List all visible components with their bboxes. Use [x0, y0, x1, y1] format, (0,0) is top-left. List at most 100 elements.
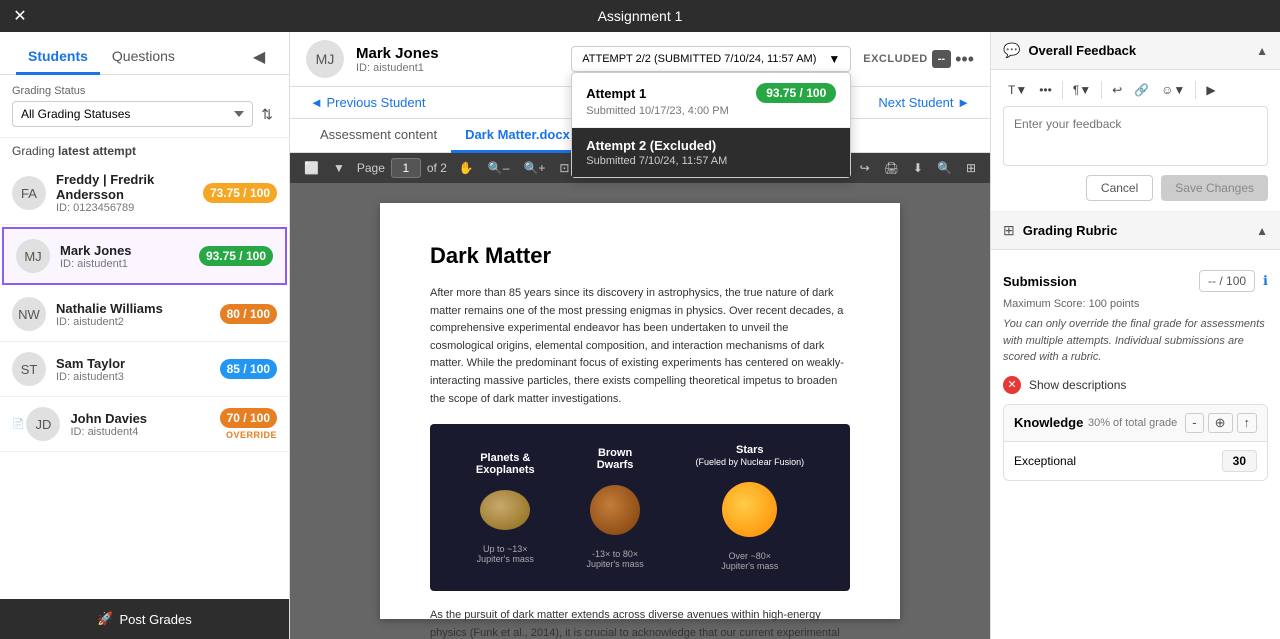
grading-status-select[interactable]: All Grading Statuses: [12, 101, 253, 127]
rubric-header[interactable]: ⊞ Grading Rubric ▲: [991, 212, 1280, 250]
knowledge-up-button[interactable]: ↑: [1237, 413, 1258, 433]
content-header: MJ Mark Jones ID: aistudent1 ATTEMPT 2/2…: [290, 32, 990, 87]
student-id: ID: aistudent1: [60, 258, 199, 270]
student-id: ID: aistudent2: [56, 316, 220, 328]
overall-feedback-title: Overall Feedback: [1028, 43, 1248, 58]
cancel-button[interactable]: Cancel: [1086, 175, 1153, 201]
print-button[interactable]: 🖨: [878, 157, 905, 179]
knowledge-title: Knowledge: [1014, 415, 1088, 430]
link-button[interactable]: 🔗: [1129, 80, 1154, 100]
toolbar-divider: [1101, 81, 1102, 99]
tab-questions[interactable]: Questions: [100, 40, 187, 75]
tab-students[interactable]: Students: [16, 40, 100, 75]
page-number-input[interactable]: [391, 158, 421, 178]
next-student-button[interactable]: Next Student ►: [874, 91, 974, 114]
student-item[interactable]: ST Sam Taylor ID: aistudent3 85 / 100: [0, 342, 289, 397]
document-paragraph-2: As the pursuit of dark matter extends ac…: [430, 607, 850, 639]
feedback-icon: 💬: [1003, 42, 1020, 59]
zoom-in-button[interactable]: 🔍+: [517, 157, 551, 179]
grading-status-section: Grading Status All Grading Statuses ⇅: [0, 75, 289, 138]
student-item[interactable]: FA Freddy | Fredrik Andersson ID: 012345…: [0, 162, 289, 225]
info-icon[interactable]: ℹ: [1263, 273, 1268, 289]
paragraph-style-button[interactable]: ¶▼: [1068, 80, 1096, 100]
planet-label-2: BrownDwarfs: [597, 447, 634, 471]
exceptional-row: Exceptional 30: [1004, 442, 1267, 480]
page-layout-button[interactable]: ⬜: [298, 157, 325, 179]
planet-label-3: Stars(Fueled by Nuclear Fusion): [696, 444, 805, 468]
student-grade: 73.75 / 100: [203, 183, 277, 203]
student-item[interactable]: NW Nathalie Williams ID: aistudent2 80 /…: [0, 287, 289, 342]
overall-feedback-header[interactable]: 💬 Overall Feedback ▲: [991, 32, 1280, 70]
redo-button[interactable]: ↪: [854, 157, 876, 179]
show-descriptions-label[interactable]: Show descriptions: [1029, 378, 1126, 392]
search-button[interactable]: 🔍: [931, 157, 958, 179]
more-tools-button[interactable]: ⊞: [960, 157, 982, 179]
grading-status-row: All Grading Statuses ⇅: [12, 101, 277, 127]
student-name: Sam Taylor: [56, 356, 220, 371]
knowledge-header: Knowledge 30% of total grade - ⊕ ↑: [1004, 405, 1267, 442]
more-options-button[interactable]: •••: [955, 49, 974, 70]
document-area[interactable]: Dark Matter After more than 85 years sin…: [290, 183, 990, 639]
attempt-title: Attempt 1: [586, 86, 646, 101]
page-layout-dropdown[interactable]: ▼: [327, 157, 351, 179]
post-grades-button[interactable]: 🚀 Post Grades: [0, 599, 289, 639]
planet-label-1: Planets &Exoplanets: [476, 452, 535, 476]
title-bar: ✕ Assignment 1: [0, 0, 1280, 32]
save-changes-button[interactable]: Save Changes: [1161, 175, 1268, 201]
override-label: OVERRIDE: [226, 430, 277, 440]
media-button[interactable]: ▶: [1201, 80, 1220, 100]
pan-tool-button[interactable]: ✋: [453, 157, 480, 179]
document-image: Planets &Exoplanets Up to ~13×Jupiter's …: [430, 424, 850, 591]
undo-editor-button[interactable]: ↩: [1107, 80, 1127, 100]
tab-dark-matter-docx[interactable]: Dark Matter.docx: [451, 119, 584, 153]
attempt-wrapper: ATTEMPT 2/2 (SUBMITTED 7/10/24, 11:57 AM…: [571, 46, 851, 72]
overall-feedback-collapse-button[interactable]: ▲: [1256, 44, 1268, 58]
sidebar-collapse-button[interactable]: ◀: [245, 43, 273, 71]
grid-icon-button[interactable]: --: [932, 50, 951, 68]
attempt-subtitle: Submitted 7/10/24, 11:57 AM: [586, 155, 836, 167]
sidebar: Students Questions ◀ Grading Status All …: [0, 32, 290, 639]
feedback-textarea[interactable]: [1003, 106, 1268, 166]
submission-icon: 📄: [12, 419, 24, 430]
close-button[interactable]: ✕: [10, 6, 30, 26]
show-descriptions-toggle[interactable]: ✕: [1003, 376, 1021, 394]
tab-assessment-content[interactable]: Assessment content: [306, 119, 451, 153]
emoji-button[interactable]: ☺▼: [1156, 80, 1190, 100]
student-item[interactable]: MJ Mark Jones ID: aistudent1 93.75 / 100: [2, 227, 287, 285]
show-descriptions-row: ✕ Show descriptions: [1003, 376, 1268, 394]
knowledge-section: Knowledge 30% of total grade - ⊕ ↑ Excep…: [1003, 404, 1268, 481]
student-info: Freddy | Fredrik Andersson ID: 012345678…: [56, 172, 203, 214]
post-grades-label: Post Grades: [119, 612, 191, 627]
avatar: JD: [26, 407, 60, 441]
attempt-dropdown-panel: Attempt 1 93.75 / 100 Submitted 10/17/23…: [571, 72, 851, 178]
sort-button[interactable]: ⇅: [257, 102, 277, 127]
knowledge-minus-button[interactable]: -: [1185, 413, 1203, 433]
zoom-out-button[interactable]: 🔍–: [482, 157, 516, 179]
text-style-button[interactable]: T▼: [1003, 80, 1032, 100]
student-item[interactable]: 📄 JD John Davies ID: aistudent4 70 / 100…: [0, 397, 289, 452]
student-grade: 93.75 / 100: [199, 246, 273, 266]
avatar: NW: [12, 297, 46, 331]
student-name: Freddy | Fredrik Andersson: [56, 172, 203, 202]
student-grade: 85 / 100: [220, 359, 277, 379]
knowledge-pct: 30% of total grade: [1088, 417, 1177, 429]
editor-more-button[interactable]: •••: [1034, 80, 1057, 100]
attempt-option-1[interactable]: Attempt 1 93.75 / 100 Submitted 10/17/23…: [572, 73, 850, 128]
submission-score: -- / 100: [1199, 270, 1255, 292]
prev-student-button[interactable]: ◄ Previous Student: [306, 91, 429, 114]
latest-attempt-label: latest attempt: [58, 144, 136, 158]
window-title: Assignment 1: [598, 8, 683, 24]
rubric-collapse-button[interactable]: ▲: [1256, 224, 1268, 238]
attempt-option-2[interactable]: Attempt 2 (Excluded) Submitted 7/10/24, …: [572, 128, 850, 177]
exceptional-label: Exceptional: [1014, 454, 1222, 468]
download-button[interactable]: ⬇: [907, 157, 929, 179]
student-header-info: Mark Jones ID: aistudent1: [356, 45, 559, 74]
attempt-dropdown[interactable]: ATTEMPT 2/2 (SUBMITTED 7/10/24, 11:57 AM…: [571, 46, 851, 72]
student-id: ID: aistudent3: [56, 371, 220, 383]
knowledge-add-button[interactable]: ⊕: [1208, 413, 1233, 433]
grading-status-label: Grading Status: [12, 85, 277, 97]
student-header-id: ID: aistudent1: [356, 62, 559, 74]
planet-size-1: Up to ~13×Jupiter's mass: [477, 544, 534, 564]
right-panel: 💬 Overall Feedback ▲ T▼ ••• ¶▼ ↩ 🔗 ☺▼ ▶ …: [990, 32, 1280, 639]
student-header-avatar: MJ: [306, 40, 344, 78]
